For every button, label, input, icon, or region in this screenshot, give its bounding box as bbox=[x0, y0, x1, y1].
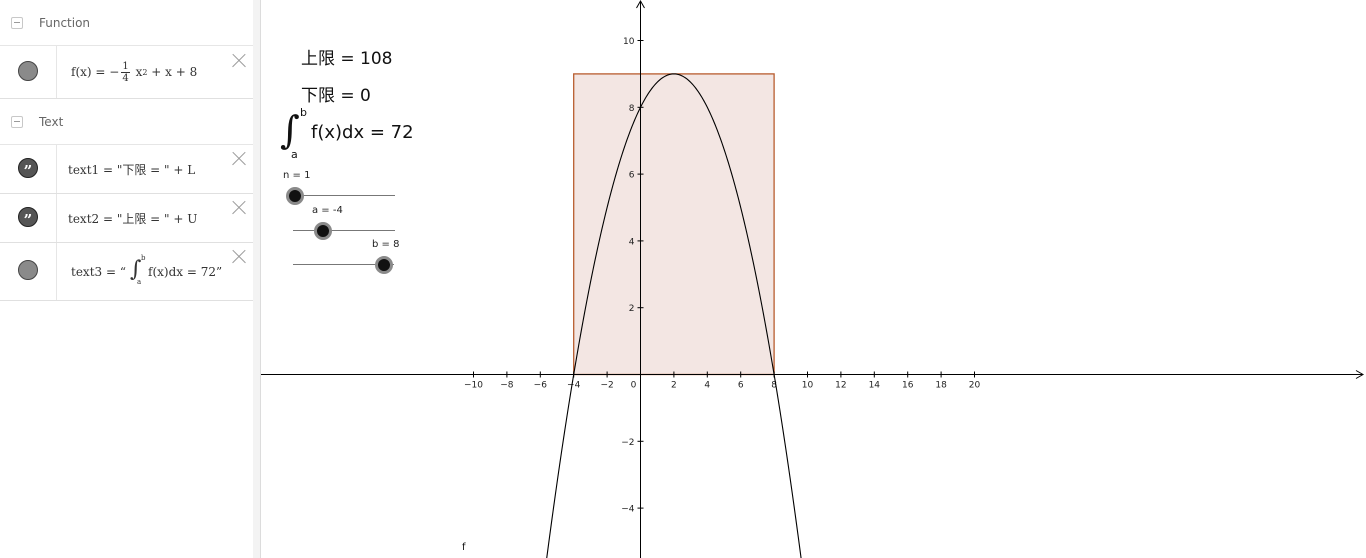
x-tick-label: −6 bbox=[534, 381, 548, 391]
integral-sign: ∫ b a bbox=[130, 253, 146, 286]
x-tick-label: 18 bbox=[935, 381, 947, 391]
algebra-view: Function f(x) = − 1 4 x2 + x + 8 Text ” … bbox=[0, 0, 254, 558]
visibility-toggle[interactable] bbox=[0, 46, 57, 98]
group-label: Function bbox=[39, 16, 91, 30]
algebra-row-f[interactable]: f(x) = − 1 4 x2 + x + 8 bbox=[0, 46, 253, 99]
y-tick-label: −2 bbox=[621, 438, 634, 448]
fraction-denominator: 4 bbox=[122, 72, 129, 84]
slider-track[interactable] bbox=[293, 230, 395, 231]
x-tick-label: 12 bbox=[835, 381, 846, 391]
y-tick-label: 6 bbox=[629, 171, 635, 181]
slider-label: n = 1 bbox=[283, 170, 311, 181]
y-tick-label: 10 bbox=[623, 37, 635, 47]
x-tick-label: 20 bbox=[969, 381, 981, 391]
group-label: Text bbox=[39, 115, 64, 129]
integral-upper: b bbox=[300, 106, 307, 119]
expr-lhs: f(x) bbox=[71, 65, 92, 79]
collapse-icon[interactable] bbox=[11, 17, 23, 29]
integral-lower: a bbox=[291, 148, 298, 161]
plot-canvas[interactable]: −10 −8 −6 −4 −2 0 2 4 6 8 10 12 14 16 18 20−4−2246810 f bbox=[261, 0, 1366, 558]
expr-x: x bbox=[135, 65, 143, 79]
integral-upper: b bbox=[141, 253, 146, 262]
y-tick-label: 2 bbox=[629, 304, 635, 314]
close-icon[interactable] bbox=[231, 151, 247, 167]
x-tick-label: 4 bbox=[704, 381, 710, 391]
algebra-row-text1[interactable]: ” text1 = "下限 = " + L bbox=[0, 145, 253, 194]
expr-equals: = bbox=[95, 65, 106, 79]
integral-sign: ∫ bbox=[280, 108, 300, 152]
x-tick-label: 14 bbox=[869, 381, 881, 391]
slider-track[interactable] bbox=[294, 195, 395, 196]
x-tick-label: 10 bbox=[802, 381, 814, 391]
slider-knob[interactable] bbox=[375, 256, 393, 274]
x-tick-label: 2 bbox=[671, 381, 677, 391]
expr-equals: = bbox=[105, 264, 117, 279]
slider-label: a = -4 bbox=[312, 205, 343, 216]
y-tick-label: 8 bbox=[629, 104, 635, 114]
curve-label: f bbox=[462, 542, 466, 553]
expr-minus: − bbox=[109, 65, 120, 79]
fraction: 1 4 bbox=[121, 60, 130, 84]
integral-rectangle[interactable] bbox=[573, 73, 775, 376]
group-header-text[interactable]: Text bbox=[0, 99, 253, 145]
visibility-toggle[interactable] bbox=[0, 243, 57, 300]
close-icon[interactable] bbox=[231, 53, 247, 69]
close-icon[interactable] bbox=[231, 200, 247, 216]
expr-open-quote: “ bbox=[119, 264, 127, 279]
x-tick-label: −10 bbox=[464, 381, 483, 391]
function-definition[interactable]: f(x) = − 1 4 x2 + x + 8 bbox=[71, 46, 197, 98]
visibility-toggle[interactable]: ” bbox=[0, 145, 57, 193]
x-tick-label: 16 bbox=[902, 381, 914, 391]
x-tick-label: 0 bbox=[631, 381, 637, 391]
expr-rest: + x + 8 bbox=[151, 65, 198, 79]
group-header-function[interactable]: Function bbox=[0, 0, 253, 46]
quote-icon[interactable]: ” bbox=[18, 158, 38, 180]
marble-icon[interactable] bbox=[18, 260, 38, 280]
visibility-toggle[interactable]: ” bbox=[0, 194, 57, 242]
slider-label: b = 8 bbox=[372, 239, 400, 250]
algebra-row-text3[interactable]: text3 = “ ∫ b a f(x)dx = 72” bbox=[0, 243, 253, 301]
marble-icon[interactable] bbox=[18, 61, 38, 81]
slider-n[interactable]: n = 1 bbox=[283, 168, 403, 208]
expr-exponent: 2 bbox=[142, 67, 148, 77]
x-tick-label: 6 bbox=[738, 381, 744, 391]
expr-lhs: text3 bbox=[71, 264, 103, 279]
axes: −10 −8 −6 −4 −2 0 2 4 6 8 10 12 14 16 18 20−4−2246810 bbox=[261, 0, 1365, 558]
slider-b[interactable]: b = 8 bbox=[293, 237, 413, 277]
text-definition[interactable]: text1 = "下限 = " + L bbox=[68, 145, 195, 193]
integral-body: f(x)dx = 72 bbox=[311, 122, 414, 143]
y-tick-label: −4 bbox=[621, 505, 635, 515]
fraction-numerator: 1 bbox=[121, 60, 130, 73]
collapse-icon[interactable] bbox=[11, 116, 23, 128]
y-tick-label: 4 bbox=[629, 237, 635, 247]
expr-body: f(x)dx = 72” bbox=[148, 264, 223, 279]
view-splitter[interactable] bbox=[253, 0, 261, 558]
quote-icon[interactable]: ” bbox=[18, 207, 38, 229]
x-tick-label: −2 bbox=[600, 381, 613, 391]
close-icon[interactable] bbox=[231, 249, 247, 265]
upper-limit-text[interactable]: 上限 = 108 bbox=[301, 44, 393, 69]
text-definition[interactable]: text3 = “ ∫ b a f(x)dx = 72” bbox=[71, 243, 222, 300]
algebra-row-text2[interactable]: ” text2 = "上限 = " + U bbox=[0, 194, 253, 243]
graphics-view[interactable]: −10 −8 −6 −4 −2 0 2 4 6 8 10 12 14 16 18 20 −4 −2 2 4 6 8 10 f… bbox=[261, 0, 1366, 558]
x-tick-label: −4 bbox=[567, 381, 581, 391]
lower-limit-text[interactable]: 下限 = 0 bbox=[301, 81, 371, 106]
x-tick-label: −8 bbox=[500, 381, 514, 391]
text-definition[interactable]: text2 = "上限 = " + U bbox=[68, 194, 197, 242]
integral-lower: a bbox=[137, 277, 142, 286]
